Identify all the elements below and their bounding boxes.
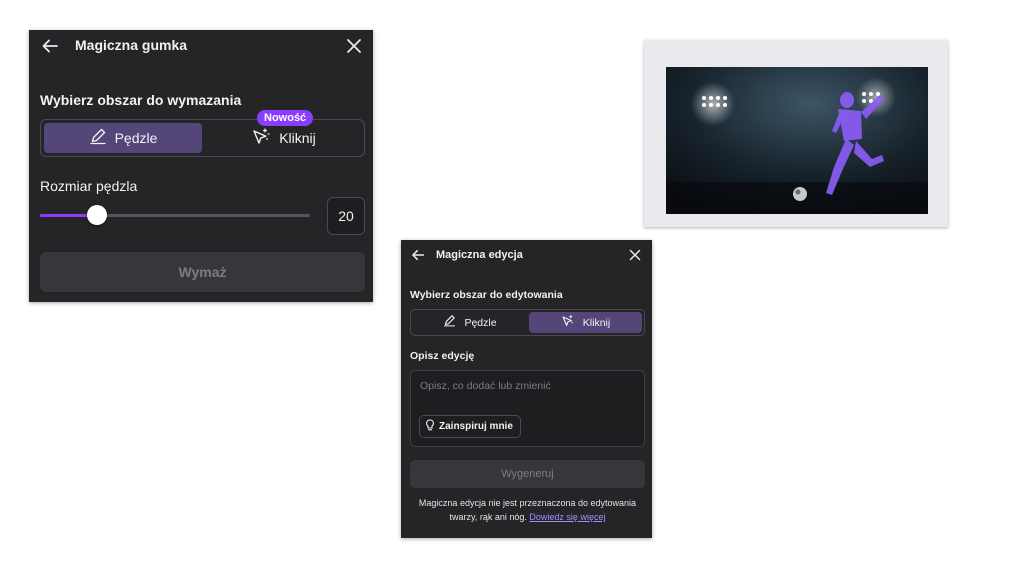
tab-brush-label: Pędzle <box>114 130 158 146</box>
magic-click-icon <box>251 127 271 150</box>
brush-icon <box>89 127 107 150</box>
panel-title: Magiczna gumka <box>75 37 188 53</box>
brush-size-value[interactable]: 20 <box>327 197 365 235</box>
image-preview <box>644 40 948 227</box>
learn-more-link[interactable]: Dowiedz się więcej <box>529 512 605 522</box>
mode-selector: Pędzle Kliknij <box>410 309 645 336</box>
magic-eraser-panel: Magiczna gumka Wybierz obszar do wymazan… <box>29 30 373 302</box>
brush-size-slider[interactable] <box>40 205 310 225</box>
mode-selector: Pędzle Kliknij <box>40 119 365 157</box>
tab-brush[interactable]: Pędzle <box>413 312 527 333</box>
tab-click[interactable]: Kliknij <box>529 312 642 333</box>
tab-click[interactable]: Kliknij <box>205 123 362 153</box>
generate-button[interactable]: Wygeneruj <box>410 460 645 488</box>
describe-label: Opisz edycję <box>410 350 475 362</box>
panel-header: Magiczna gumka <box>29 30 373 62</box>
magic-click-icon <box>561 314 575 332</box>
brush-icon <box>443 314 456 332</box>
inspire-label: Zainspiruj mnie <box>439 421 513 432</box>
slider-thumb[interactable] <box>86 205 107 225</box>
disclaimer-note: Magiczna edycja nie jest przeznaczona do… <box>410 496 645 524</box>
magic-edit-panel: Magiczna edycja Wybierz obszar do edytow… <box>401 240 652 538</box>
section-label: Wybierz obszar do wymazania <box>40 92 242 108</box>
lightbulb-icon <box>425 419 435 434</box>
close-icon[interactable] <box>343 35 365 57</box>
inspire-button[interactable]: Zainspiruj mnie <box>419 415 521 438</box>
panel-title: Magiczna edycja <box>436 249 523 261</box>
tab-click-label: Kliknij <box>582 316 611 329</box>
back-arrow-icon[interactable] <box>409 246 427 264</box>
describe-input[interactable]: Opisz, co dodać lub zmienić Zainspiruj m… <box>410 370 645 447</box>
describe-placeholder: Opisz, co dodać lub zmienić <box>420 380 551 392</box>
close-icon[interactable] <box>626 246 644 264</box>
tab-click-label: Kliknij <box>279 130 316 146</box>
erase-button[interactable]: Wymaż <box>40 252 365 292</box>
brush-size-label: Rozmiar pędzla <box>40 178 138 194</box>
soccer-player-image <box>666 67 928 214</box>
tab-brush-label: Pędzle <box>464 316 497 329</box>
new-badge: Nowość <box>257 110 314 126</box>
section-label: Wybierz obszar do edytowania <box>410 289 563 301</box>
tab-brush[interactable]: Pędzle <box>44 123 202 153</box>
back-arrow-icon[interactable] <box>39 35 61 57</box>
